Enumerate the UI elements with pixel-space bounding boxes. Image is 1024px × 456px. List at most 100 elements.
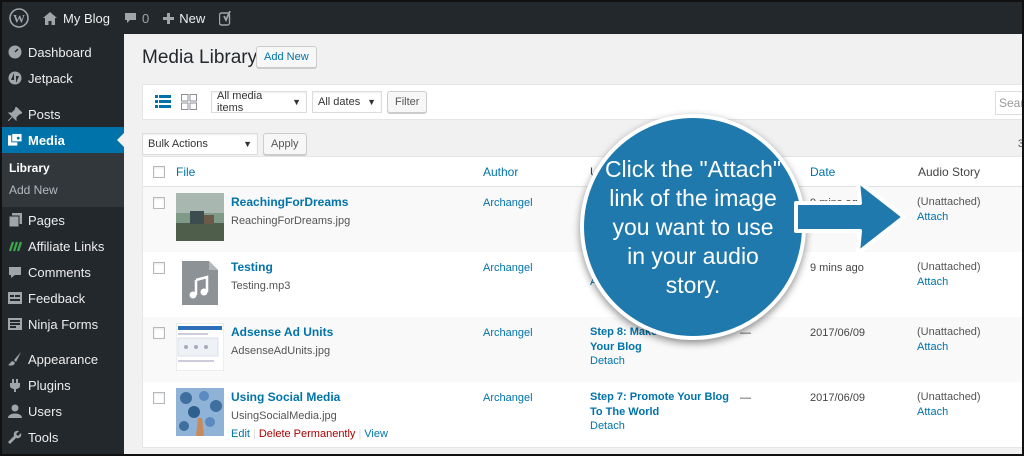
author-link[interactable]: Archangel (483, 262, 533, 274)
row-checkbox[interactable] (153, 327, 165, 339)
svg-text:W: W (13, 12, 25, 26)
site-name-link[interactable]: My Blog (36, 2, 117, 34)
media-icon (8, 133, 22, 147)
uploaded-to-link[interactable]: Step 7: Promote Your Blog To The World (590, 390, 740, 420)
media-title-link[interactable]: Using Social Media (231, 390, 340, 404)
delete-permanently-link[interactable]: Delete Permanently (259, 428, 356, 440)
items-count: 3 (1017, 138, 1022, 150)
row-actions: Edit | Delete Permanently | View (231, 428, 388, 440)
site-name: My Blog (63, 10, 110, 26)
sidebar-item-dashboard[interactable]: Dashboard (2, 39, 124, 65)
plug-icon (8, 378, 22, 392)
media-title-link[interactable]: ReachingForDreams (231, 195, 348, 209)
column-file[interactable]: File (176, 165, 195, 179)
arrow-right-icon (794, 179, 906, 255)
attach-link[interactable]: Attach (917, 210, 981, 225)
date-cell: 2017/06/09 (810, 327, 866, 339)
jetpack-icon (8, 71, 22, 85)
sidebar-item-ninja-forms[interactable]: Ninja Forms (2, 311, 124, 337)
audio-story-cell: (Unattached) Attach (917, 390, 981, 420)
media-title-link[interactable]: Testing (231, 260, 273, 274)
media-filename: AdsenseAdUnits.jpg (231, 345, 331, 357)
wordpress-logo-icon[interactable]: W (2, 2, 36, 34)
audio-story-cell: (Unattached) Attach (917, 325, 981, 355)
apply-button[interactable]: Apply (263, 133, 307, 155)
pin-icon (8, 107, 22, 121)
sidebar-item-jetpack[interactable]: Jetpack (2, 65, 124, 91)
date-select[interactable]: All dates ▼ (312, 91, 382, 113)
date-value: All dates (318, 96, 361, 108)
media-title-link[interactable]: Adsense Ad Units (231, 325, 333, 339)
author-link[interactable]: Archangel (483, 392, 533, 404)
submenu-item-add-new[interactable]: Add New (2, 179, 124, 201)
sidebar-item-feedback[interactable]: Feedback (2, 285, 124, 311)
sidebar-item-label: Jetpack (28, 70, 73, 86)
sidebar-item-label: Tools (28, 429, 59, 445)
sidebar-item-tools[interactable]: Tools (2, 424, 124, 450)
caret-down-icon: ▼ (292, 97, 301, 107)
sidebar-item-label: Dashboard (28, 44, 92, 60)
author-link[interactable]: Archangel (483, 327, 533, 339)
comment-icon (8, 265, 22, 279)
sidebar-item-appearance[interactable]: Appearance (2, 346, 124, 372)
media-filename: UsingSocialMedia.jpg (231, 410, 337, 422)
author-link[interactable]: Archangel (483, 197, 533, 209)
comments-cell: — (740, 392, 751, 404)
column-audio-story: Audio Story (918, 164, 981, 179)
sidebar-item-posts[interactable]: Posts (2, 101, 124, 127)
attach-link[interactable]: Attach (917, 340, 981, 355)
sidebar-item-label: Feedback (28, 290, 86, 306)
detach-link[interactable]: Detach (590, 420, 625, 432)
sidebar-item-affiliate-links[interactable]: Affiliate Links (2, 233, 124, 259)
page-title: Media Library (142, 47, 258, 68)
thumbnail-image[interactable] (176, 323, 224, 371)
filter-button[interactable]: Filter (387, 91, 428, 113)
audio-story-cell: (Unattached) Attach (917, 260, 981, 290)
sidebar-item-label: Posts (28, 106, 61, 122)
new-label: New (179, 10, 206, 26)
comments-link[interactable]: 0 (117, 2, 156, 34)
detach-link[interactable]: Detach (590, 355, 625, 367)
edit-link[interactable]: Edit (231, 428, 250, 440)
pages-icon (8, 213, 22, 227)
plus-icon (163, 12, 175, 24)
new-content-link[interactable]: New (156, 2, 212, 34)
sidebar-item-label: Ninja Forms (28, 316, 99, 332)
link-icon (8, 239, 22, 253)
column-author[interactable]: Author (483, 165, 518, 179)
date-cell: 9 mins ago (810, 262, 864, 274)
sidebar-item-label: Comments (28, 264, 91, 280)
sidebar-item-pages[interactable]: Pages (2, 207, 124, 233)
select-all-checkbox[interactable] (153, 166, 165, 178)
wrench-icon (8, 430, 22, 444)
media-type-select[interactable]: All media items ▼ (211, 90, 307, 114)
sidebar-item-users[interactable]: Users (2, 398, 124, 424)
admin-sidebar: Dashboard Jetpack Posts Media Library Ad… (2, 34, 125, 454)
sidebar-item-comments[interactable]: Comments (2, 259, 124, 285)
submenu-item-library[interactable]: Library (2, 157, 124, 179)
media-filename: Testing.mp3 (231, 280, 291, 292)
attach-link[interactable]: Attach (917, 405, 981, 420)
thumbnail-image[interactable] (176, 193, 224, 241)
grid-view-icon[interactable] (181, 94, 197, 110)
sidebar-item-media[interactable]: Media (2, 127, 125, 153)
view-link[interactable]: View (364, 428, 388, 440)
home-icon (43, 11, 57, 25)
sidebar-item-plugins[interactable]: Plugins (2, 372, 124, 398)
row-checkbox[interactable] (153, 262, 165, 274)
add-new-button[interactable]: Add New (256, 46, 317, 68)
unattached-label: (Unattached) (917, 261, 981, 273)
attach-link[interactable]: Attach (917, 275, 981, 290)
row-checkbox[interactable] (153, 392, 165, 404)
row-checkbox[interactable] (153, 197, 165, 209)
unattached-label: (Unattached) (917, 326, 981, 338)
table-row: Using Social Media UsingSocialMedia.jpg … (143, 382, 1022, 447)
yoast-seo-icon[interactable] (212, 2, 240, 34)
media-type-value: All media items (217, 90, 263, 114)
audio-file-icon[interactable] (176, 258, 224, 306)
search-input[interactable]: Search (995, 91, 1022, 115)
list-view-icon[interactable] (155, 94, 171, 110)
sidebar-item-label: Affiliate Links (28, 238, 105, 254)
thumbnail-image[interactable] (176, 388, 224, 436)
bulk-actions-select[interactable]: Bulk Actions ▼ (142, 133, 258, 155)
